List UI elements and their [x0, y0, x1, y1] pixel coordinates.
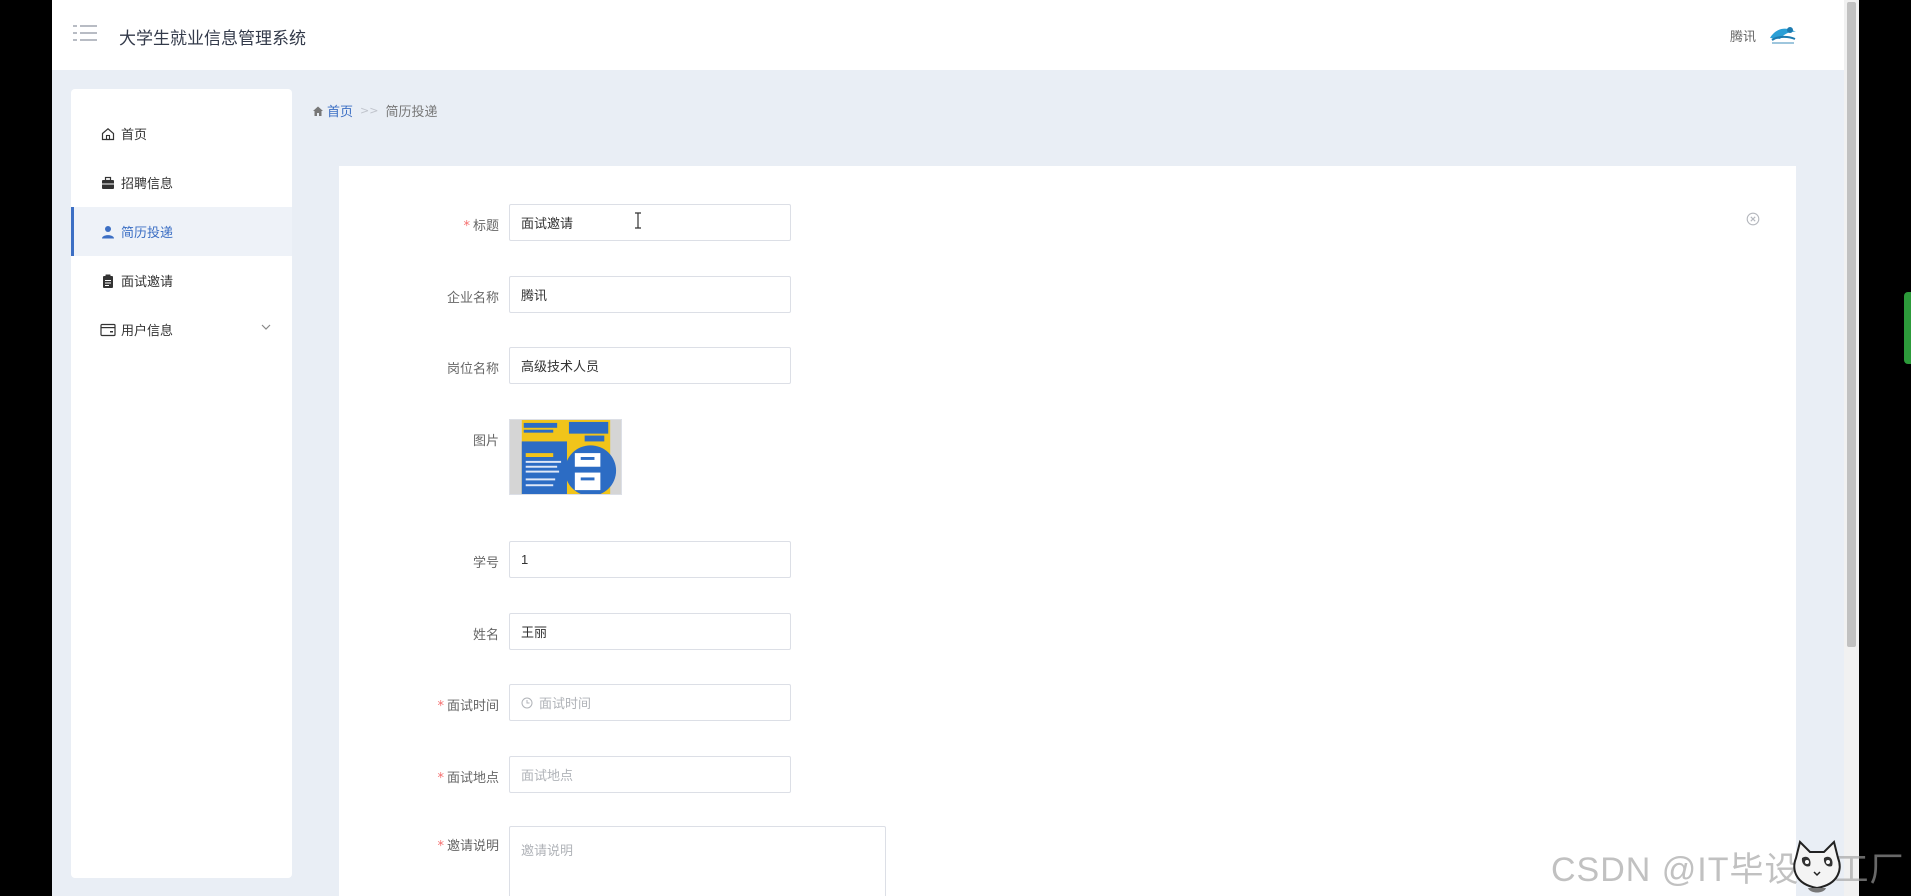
side-floating-tab[interactable]	[1904, 292, 1911, 364]
csdn-watermark: CSDN @IT毕设梦工厂	[1551, 851, 1905, 889]
cat-mascot-icon	[1793, 840, 1841, 893]
interview-time-placeholder: 面试时间	[539, 696, 592, 711]
title-label: * 标题	[463, 219, 499, 234]
sidebar-item-label: 招聘信息	[121, 177, 174, 192]
sidebar-item-home[interactable]: 首页	[71, 109, 292, 158]
sidebar-item-label: 首页	[121, 128, 148, 143]
recruitment-poster-image[interactable]	[509, 419, 622, 495]
sidebar-item-user-info[interactable]: 用户信息	[71, 305, 292, 354]
name-input[interactable]: 王丽	[509, 613, 791, 650]
app-window: 大学生就业信息管理系统 腾讯 首页 招聘信息 简历投递 面试邀请 用户信息 首页…	[52, 0, 1844, 896]
form-card: * 标题 面试邀请 企业名称 腾讯 岗位名称 高级技术人员 图片 学号 1 姓名…	[339, 166, 1796, 896]
sidebar-item-recruitment[interactable]: 招聘信息	[71, 158, 292, 207]
interview-place-label: * 面试地点	[437, 771, 499, 786]
breadcrumb: 首页 >> 简历投递	[312, 101, 437, 120]
scrollbar-thumb[interactable]	[1847, 2, 1856, 647]
vertical-scrollbar[interactable]	[1844, 0, 1859, 896]
title-input[interactable]: 面试邀请	[509, 204, 791, 241]
user-name[interactable]: 腾讯	[1730, 26, 1756, 45]
breadcrumb-current: 简历投递	[385, 105, 438, 120]
card-icon	[100, 322, 116, 338]
menu-toggle-icon[interactable]	[73, 23, 97, 43]
position-label: 岗位名称	[446, 362, 499, 377]
student-id-label: 学号	[472, 556, 499, 571]
sidebar-item-label: 用户信息	[121, 324, 174, 339]
image-label: 图片	[472, 434, 499, 449]
interview-time-label: * 面试时间	[437, 699, 499, 714]
sidebar-item-interview-invite[interactable]: 面试邀请	[71, 256, 292, 305]
student-id-input[interactable]: 1	[509, 541, 791, 578]
home-icon	[313, 106, 323, 116]
user-avatar-icon[interactable]	[1768, 22, 1798, 46]
sidebar-item-label: 简历投递	[121, 226, 174, 241]
breadcrumb-home[interactable]: 首页	[312, 101, 353, 120]
company-input[interactable]: 腾讯	[509, 276, 791, 313]
position-input[interactable]: 高级技术人员	[509, 347, 791, 384]
briefcase-icon	[100, 175, 116, 191]
sidebar: 首页 招聘信息 简历投递 面试邀请 用户信息	[71, 89, 292, 878]
clipboard-icon	[100, 273, 116, 289]
invite-note-label: * 邀请说明	[437, 839, 499, 854]
close-circle-icon[interactable]	[1746, 212, 1760, 226]
breadcrumb-separator: >>	[360, 104, 379, 117]
home-icon	[100, 126, 116, 142]
interview-time-picker[interactable]: 面试时间	[509, 684, 791, 721]
interview-place-input[interactable]: 面试地点	[509, 756, 791, 793]
chevron-down-icon[interactable]	[260, 321, 272, 333]
sidebar-item-label: 面试邀请	[121, 275, 174, 290]
clock-icon	[521, 697, 533, 709]
breadcrumb-home-label[interactable]: 首页	[327, 101, 353, 120]
app-title: 大学生就业信息管理系统	[119, 29, 306, 49]
sidebar-item-resume-delivery[interactable]: 简历投递	[71, 207, 292, 256]
invite-note-textarea[interactable]: 邀请说明	[509, 826, 886, 896]
top-header: 大学生就业信息管理系统 腾讯	[52, 0, 1844, 70]
name-label: 姓名	[472, 628, 499, 643]
text-cursor-icon	[635, 212, 641, 229]
company-label: 企业名称	[446, 291, 499, 306]
user-icon	[100, 224, 116, 240]
